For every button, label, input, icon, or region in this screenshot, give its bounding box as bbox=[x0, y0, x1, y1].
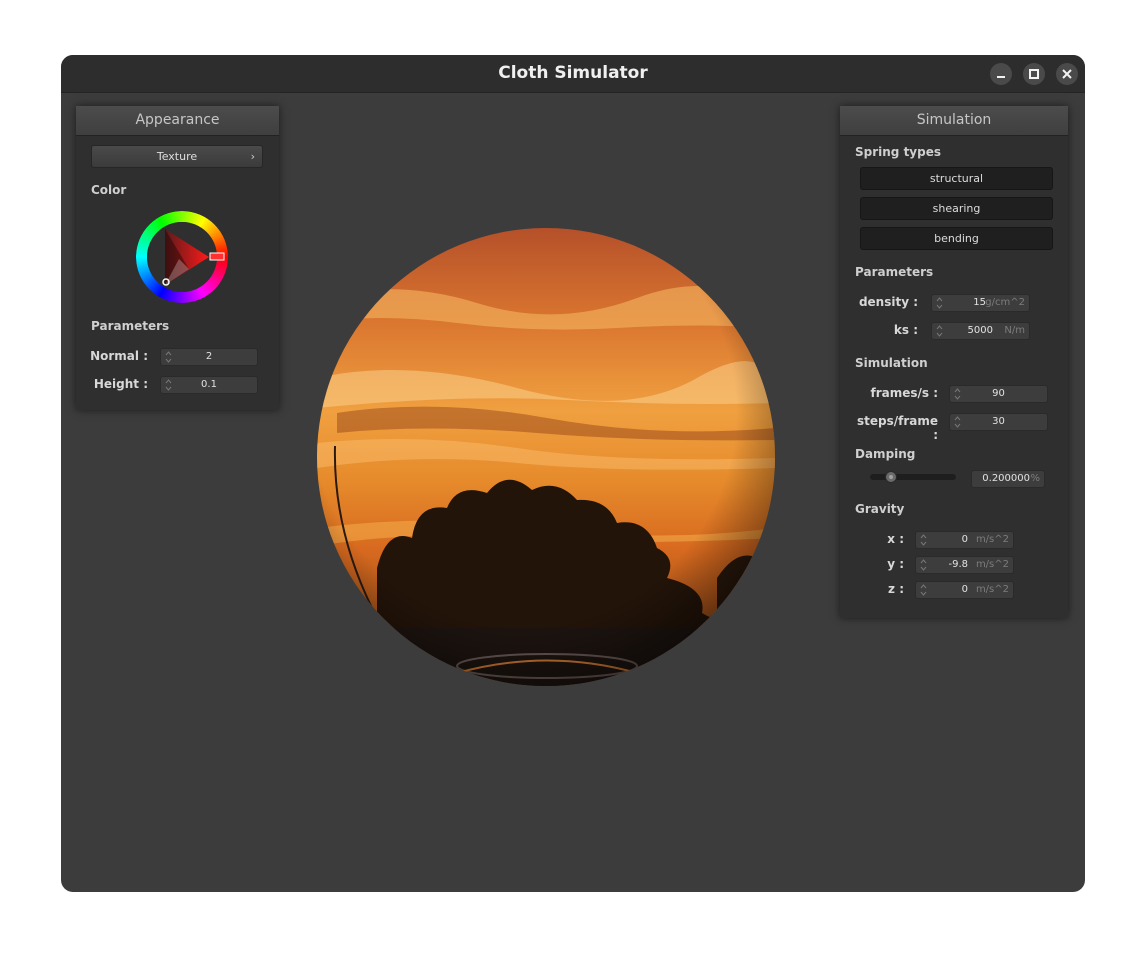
frames-input[interactable]: 90 bbox=[949, 385, 1048, 403]
gravity-z-label: z : bbox=[888, 582, 904, 596]
gravity-y-input[interactable]: -9.8 m/s^2 bbox=[915, 556, 1014, 574]
frames-value: 90 bbox=[992, 388, 1005, 399]
close-button[interactable] bbox=[1056, 63, 1078, 85]
height-input[interactable]: 0.1 bbox=[160, 376, 258, 394]
color-label: Color bbox=[91, 183, 127, 197]
density-label: density : bbox=[858, 295, 918, 309]
damping-value: 0.200000 bbox=[982, 473, 1030, 484]
minimize-icon bbox=[997, 76, 1005, 78]
title-bar[interactable]: Cloth Simulator bbox=[61, 55, 1085, 93]
ks-input[interactable]: 5000 N/m bbox=[931, 322, 1030, 340]
gravity-z-unit: m/s^2 bbox=[975, 584, 1009, 595]
gravity-y-label: y : bbox=[887, 557, 904, 571]
density-input[interactable]: 15 g/cm^2 bbox=[931, 294, 1030, 312]
simulation-label: Simulation bbox=[855, 356, 928, 370]
spin-arrows-icon[interactable] bbox=[920, 583, 927, 597]
close-icon bbox=[1062, 69, 1072, 79]
simulation-header[interactable]: Simulation bbox=[840, 106, 1068, 136]
damping-unit: % bbox=[1030, 473, 1040, 484]
minimize-button[interactable] bbox=[990, 63, 1012, 85]
parameters-label: Parameters bbox=[91, 319, 170, 333]
height-value: 0.1 bbox=[201, 379, 217, 390]
damping-slider-knob[interactable] bbox=[884, 471, 897, 483]
gravity-x-value: 0 bbox=[961, 534, 968, 545]
structural-button[interactable]: structural bbox=[860, 167, 1053, 190]
sunset-texture-image bbox=[317, 228, 775, 686]
density-unit: g/cm^2 bbox=[985, 297, 1025, 308]
normal-value: 2 bbox=[205, 351, 213, 362]
spin-arrows-icon[interactable] bbox=[920, 558, 927, 572]
maximize-icon bbox=[1029, 69, 1039, 79]
height-label: Height : bbox=[93, 377, 148, 391]
hue-selector[interactable] bbox=[209, 252, 225, 261]
window-title: Cloth Simulator bbox=[498, 63, 648, 83]
spin-arrows-icon[interactable] bbox=[936, 296, 943, 310]
gravity-x-input[interactable]: 0 m/s^2 bbox=[915, 531, 1014, 549]
texture-button[interactable]: Texture › bbox=[91, 145, 263, 168]
gravity-y-unit: m/s^2 bbox=[975, 559, 1009, 570]
maximize-button[interactable] bbox=[1023, 63, 1045, 85]
gravity-z-value: 0 bbox=[961, 584, 968, 595]
color-wheel[interactable] bbox=[134, 209, 230, 305]
damping-slider[interactable] bbox=[870, 471, 956, 483]
simulation-panel: Simulation Spring types structural shear… bbox=[840, 106, 1068, 618]
ks-unit: N/m bbox=[1004, 325, 1025, 336]
spin-arrows-icon[interactable] bbox=[920, 533, 927, 547]
ks-label: ks : bbox=[893, 323, 918, 337]
gravity-y-value: -9.8 bbox=[948, 559, 968, 570]
steps-label: steps/frame : bbox=[856, 414, 938, 442]
frames-label: frames/s : bbox=[870, 386, 938, 400]
ks-value: 5000 bbox=[967, 325, 993, 336]
gravity-label: Gravity bbox=[855, 502, 905, 516]
chevron-right-icon: › bbox=[250, 150, 255, 163]
spin-arrows-icon[interactable] bbox=[936, 324, 943, 338]
cloth-sphere-viewport[interactable] bbox=[317, 228, 775, 686]
steps-input[interactable]: 30 bbox=[949, 413, 1048, 431]
spring-types-label: Spring types bbox=[855, 145, 942, 159]
gravity-x-unit: m/s^2 bbox=[975, 534, 1009, 545]
gravity-z-input[interactable]: 0 m/s^2 bbox=[915, 581, 1014, 599]
shearing-button[interactable]: shearing bbox=[860, 197, 1053, 220]
app-window: Cloth Simulator Appearance Texture › Col… bbox=[61, 55, 1085, 892]
normal-input[interactable]: 2 bbox=[160, 348, 258, 366]
appearance-header[interactable]: Appearance bbox=[76, 106, 279, 136]
damping-input[interactable]: 0.200000 % bbox=[971, 470, 1045, 488]
bending-button[interactable]: bending bbox=[860, 227, 1053, 250]
appearance-panel: Appearance Texture › Color Parameters No… bbox=[76, 106, 279, 410]
texture-button-label: Texture bbox=[156, 150, 198, 163]
density-value: 15 bbox=[973, 297, 986, 308]
normal-label: Normal : bbox=[90, 349, 148, 363]
damping-label: Damping bbox=[855, 447, 916, 461]
parameters-label: Parameters bbox=[855, 265, 934, 279]
steps-value: 30 bbox=[992, 416, 1005, 427]
gravity-x-label: x : bbox=[887, 532, 904, 546]
